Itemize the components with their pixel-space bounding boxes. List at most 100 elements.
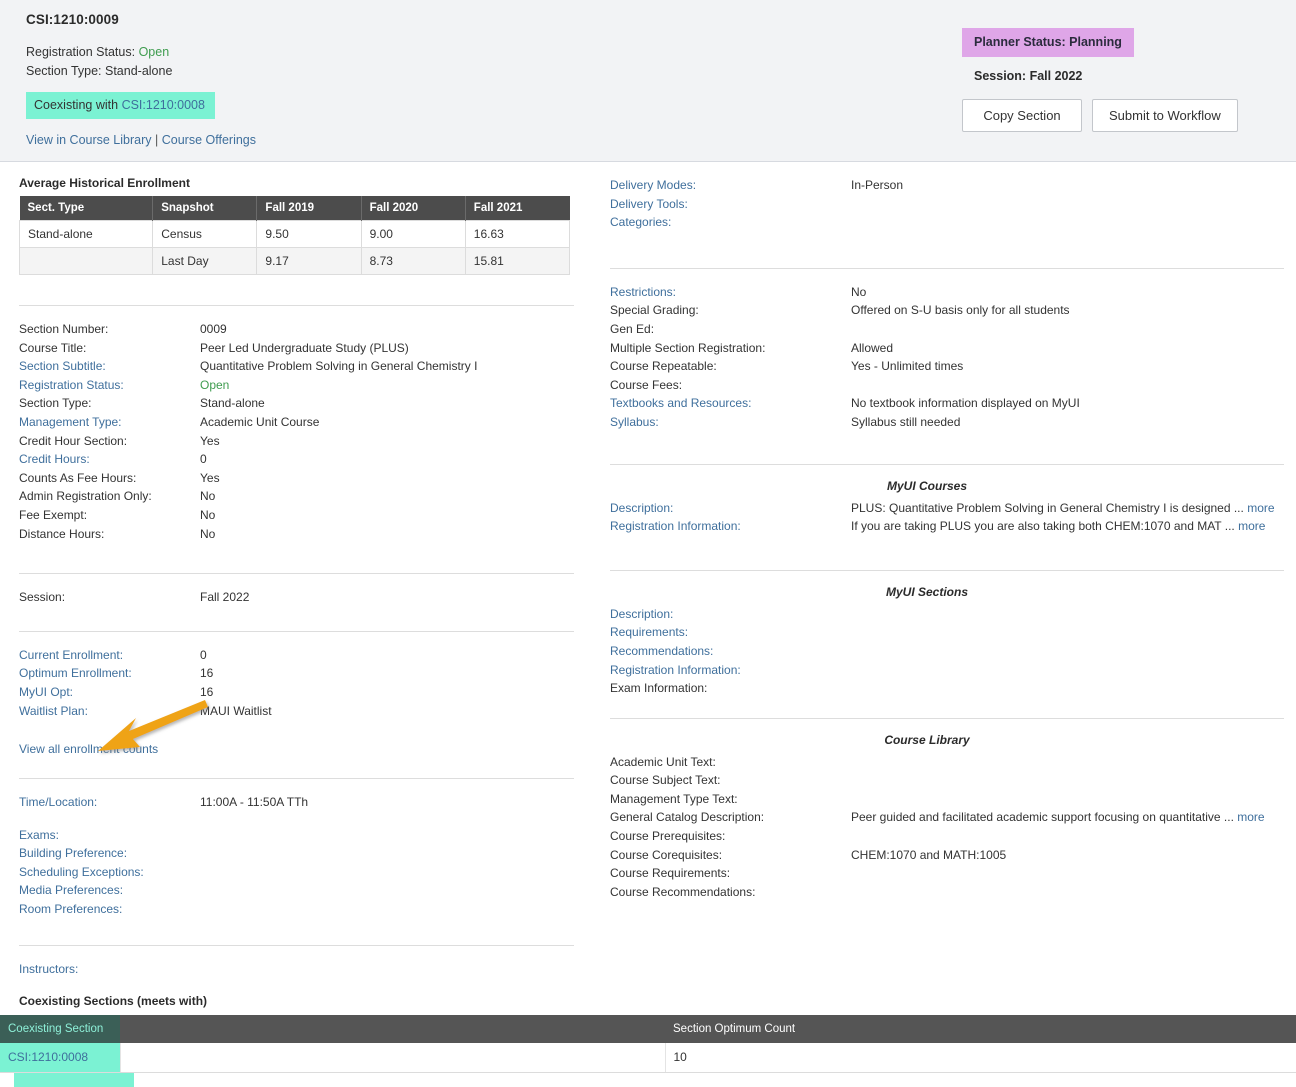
detail-value: 16 xyxy=(200,666,214,681)
detail-row: MyUI Opt: 16 xyxy=(19,683,574,702)
detail-label[interactable]: Management Type: xyxy=(19,413,200,432)
detail-row: Time/Location: 11:00A - 11:50A TTh xyxy=(19,793,574,812)
detail-row: Waitlist Plan: MAUI Waitlist xyxy=(19,702,574,721)
detail-label[interactable]: Registration Information: xyxy=(610,661,851,680)
detail-label: Exam Information: xyxy=(610,681,708,696)
detail-row: Current Enrollment: 0 xyxy=(19,646,574,665)
detail-label[interactable]: Description: xyxy=(610,605,851,624)
course-offerings-link[interactable]: Course Offerings xyxy=(162,133,256,147)
coexisting-section-link[interactable]: CSI:1210:0008 xyxy=(122,98,205,112)
detail-row: Session: Fall 2022 xyxy=(19,588,574,607)
coexisting-sections-title: Coexisting Sections (meets with) xyxy=(19,994,208,1009)
submit-to-workflow-button[interactable]: Submit to Workflow xyxy=(1092,99,1238,132)
detail-value: Yes xyxy=(200,470,220,485)
detail-value: Syllabus still needed xyxy=(851,414,961,429)
detail-label[interactable]: Textbooks and Resources: xyxy=(610,394,851,413)
detail-label: Academic Unit Text: xyxy=(610,754,716,769)
detail-label[interactable]: Building Preference: xyxy=(19,844,200,863)
detail-label[interactable]: Categories: xyxy=(610,213,851,232)
detail-row: Course Prerequisites: xyxy=(610,827,1284,846)
col-fall-2019: Fall 2019 xyxy=(256,196,362,221)
detail-value xyxy=(851,642,1284,661)
course-library-group: Academic Unit Text: Course Subject Text: M… xyxy=(610,753,1284,902)
more-link[interactable]: more xyxy=(1237,810,1264,824)
detail-label[interactable]: Syllabus: xyxy=(610,413,851,432)
detail-value xyxy=(200,826,574,845)
cell-f2021: 16.63 xyxy=(464,220,571,248)
detail-label[interactable]: Time/Location: xyxy=(19,793,200,812)
detail-label[interactable]: Room Preferences: xyxy=(19,900,200,919)
coexisting-with-label: Coexisting with xyxy=(34,98,119,112)
detail-label[interactable]: Optimum Enrollment: xyxy=(19,664,200,683)
detail-value: Offered on S-U basis only for all studen… xyxy=(851,303,1070,318)
cell-f2019: 9.50 xyxy=(256,220,362,248)
detail-value xyxy=(851,679,1284,698)
detail-label[interactable]: Registration Information: xyxy=(610,517,851,536)
left-column: Average Historical Enrollment Sect. Type… xyxy=(0,162,598,978)
detail-row: Requirements: xyxy=(610,623,1284,642)
detail-value xyxy=(851,864,1284,883)
section-detail-page: CSI:1210:0009 Registration Status: Open … xyxy=(0,0,1296,1087)
detail-value xyxy=(851,827,1284,846)
detail-label[interactable]: Exams: xyxy=(19,826,200,845)
session-label: Session: Fall 2022 xyxy=(974,69,1083,83)
view-all-enrollment-counts-link[interactable]: View all enrollment counts xyxy=(19,742,158,756)
detail-label[interactable]: Scheduling Exceptions: xyxy=(19,863,200,882)
myui-sections-group: Description: Requirements: Recommendations… xyxy=(610,605,1284,698)
detail-value xyxy=(200,844,574,863)
detail-row: Course Subject Text: xyxy=(610,771,1284,790)
detail-value: Yes xyxy=(200,433,220,448)
coexisting-section-value-link[interactable]: CSI:1210:0008 xyxy=(8,1050,88,1064)
divider xyxy=(19,778,574,780)
detail-row: Optimum Enrollment: 16 xyxy=(19,664,574,683)
detail-label[interactable]: Restrictions: xyxy=(610,283,851,302)
detail-label: Gen Ed: xyxy=(610,321,655,336)
detail-label[interactable]: Recommendations: xyxy=(610,642,851,661)
divider xyxy=(19,944,574,946)
detail-label[interactable]: Delivery Tools: xyxy=(610,195,851,214)
detail-row: Section Number: 0009 xyxy=(19,320,574,339)
detail-label[interactable]: Credit Hours: xyxy=(19,450,200,469)
detail-label[interactable]: MyUI Opt: xyxy=(19,683,200,702)
more-link[interactable]: more xyxy=(1238,519,1265,533)
header-right-panel: Planner Status: Planning Session: Fall 2… xyxy=(962,28,1282,132)
detail-label: Course Repeatable: xyxy=(610,359,717,374)
detail-label[interactable]: Description: xyxy=(610,499,851,518)
detail-row: Description: PLUS: Quantitative Problem S… xyxy=(610,499,1284,518)
coexisting-sections-table: Coexisting Section Section Optimum Count… xyxy=(0,1015,1296,1074)
col-blank xyxy=(120,1015,665,1044)
detail-value: In-Person xyxy=(851,178,904,192)
view-in-course-library-link[interactable]: View in Course Library xyxy=(26,133,152,147)
detail-row: Recommendations: xyxy=(610,642,1284,661)
more-link[interactable]: more xyxy=(1247,501,1274,515)
detail-label[interactable]: Waitlist Plan: xyxy=(19,702,200,721)
historical-enrollment-table: Sect. Type Snapshot Fall 2019 Fall 2020 … xyxy=(18,196,571,275)
detail-label[interactable]: Instructors: xyxy=(19,960,200,979)
detail-row: Credit Hour Section: Yes xyxy=(19,432,574,451)
detail-value xyxy=(200,881,574,900)
cell-f2021: 15.81 xyxy=(464,247,571,275)
detail-row: Syllabus: Syllabus still needed xyxy=(610,413,1284,432)
detail-row: Section Subtitle: Quantitative Problem So… xyxy=(19,357,574,376)
detail-row: Room Preferences: xyxy=(19,900,574,919)
detail-row: Multiple Section Registration: Allowed xyxy=(610,339,1284,358)
detail-value xyxy=(851,320,1284,339)
detail-label[interactable]: Requirements: xyxy=(610,623,851,642)
copy-section-button[interactable]: Copy Section xyxy=(962,99,1082,132)
detail-label[interactable]: Section Subtitle: xyxy=(19,357,200,376)
detail-value: 16 xyxy=(200,684,214,699)
course-library-heading: Course Library xyxy=(884,732,970,747)
detail-label[interactable]: Media Preferences: xyxy=(19,881,200,900)
detail-label[interactable]: Current Enrollment: xyxy=(19,646,200,665)
cell-sect-type xyxy=(18,247,154,275)
detail-value: No xyxy=(200,526,216,541)
detail-label[interactable]: Registration Status: xyxy=(19,376,200,395)
detail-value: PLUS: Quantitative Problem Solving in Ge… xyxy=(851,499,1284,518)
detail-label[interactable]: Delivery Modes: xyxy=(610,176,851,195)
detail-value xyxy=(851,753,1284,772)
col-fall-2020: Fall 2020 xyxy=(361,196,466,221)
detail-row: Instructors: xyxy=(19,960,574,979)
detail-value xyxy=(851,195,1284,214)
detail-value: Yes - Unlimited times xyxy=(851,359,964,374)
registration-status-value: Open xyxy=(138,45,170,59)
